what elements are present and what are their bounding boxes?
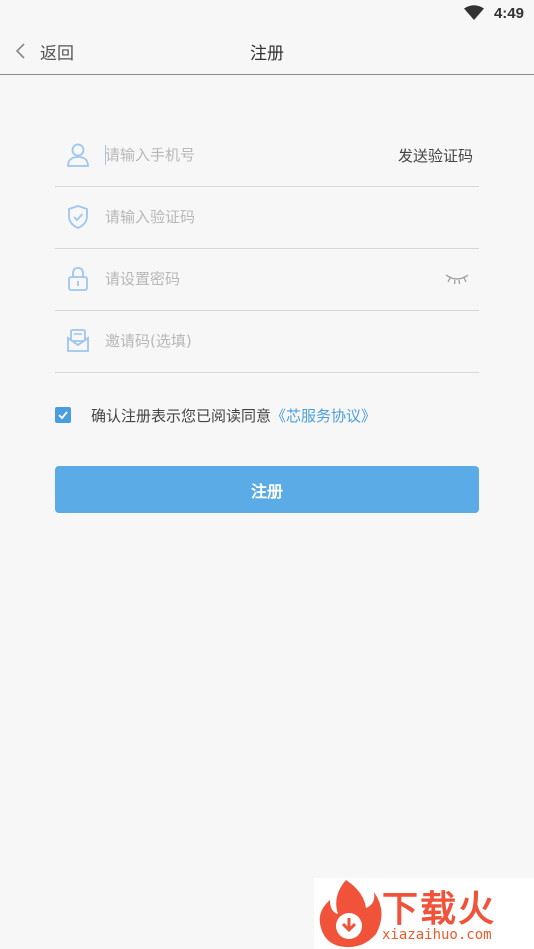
password-input[interactable] (105, 267, 385, 291)
register-button[interactable]: 注册 (55, 466, 479, 513)
invite-row (55, 311, 479, 373)
eye-closed-icon[interactable] (445, 271, 469, 285)
agreement-link[interactable]: 《芯服务协议》 (271, 405, 376, 426)
check-icon (58, 411, 68, 420)
mail-icon (67, 329, 89, 352)
agreement-text: 确认注册表示您已阅读同意 (91, 406, 272, 425)
nav-bar: 返回 注册 (0, 28, 534, 75)
wifi-icon (464, 5, 484, 20)
page-title: 注册 (250, 44, 284, 64)
phone-row: 发送验证码 (55, 125, 479, 187)
agreement-row: 确认注册表示您已阅读同意 《芯服务协议》 (55, 404, 376, 426)
watermark-logo: 下载火 xiazaihuo.com (314, 878, 534, 949)
lock-icon (68, 267, 88, 291)
flame-logo-icon (319, 880, 382, 948)
status-time: 4:49 (493, 5, 524, 22)
invite-code-input[interactable] (105, 329, 385, 353)
code-row (55, 187, 479, 249)
password-row (55, 249, 479, 311)
status-bar: 4:49 (0, 0, 534, 28)
shield-check-icon (68, 205, 88, 229)
send-code-button[interactable]: 发送验证码 (398, 145, 473, 166)
verification-code-input[interactable] (105, 205, 385, 229)
watermark-brand: 下载火 (382, 889, 497, 930)
user-icon (67, 143, 89, 167)
register-form: 发送验证码 (55, 125, 479, 373)
phone-input[interactable] (105, 143, 385, 167)
watermark-url: xiazaihuo.com (382, 927, 492, 943)
agreement-checkbox[interactable] (55, 407, 71, 423)
